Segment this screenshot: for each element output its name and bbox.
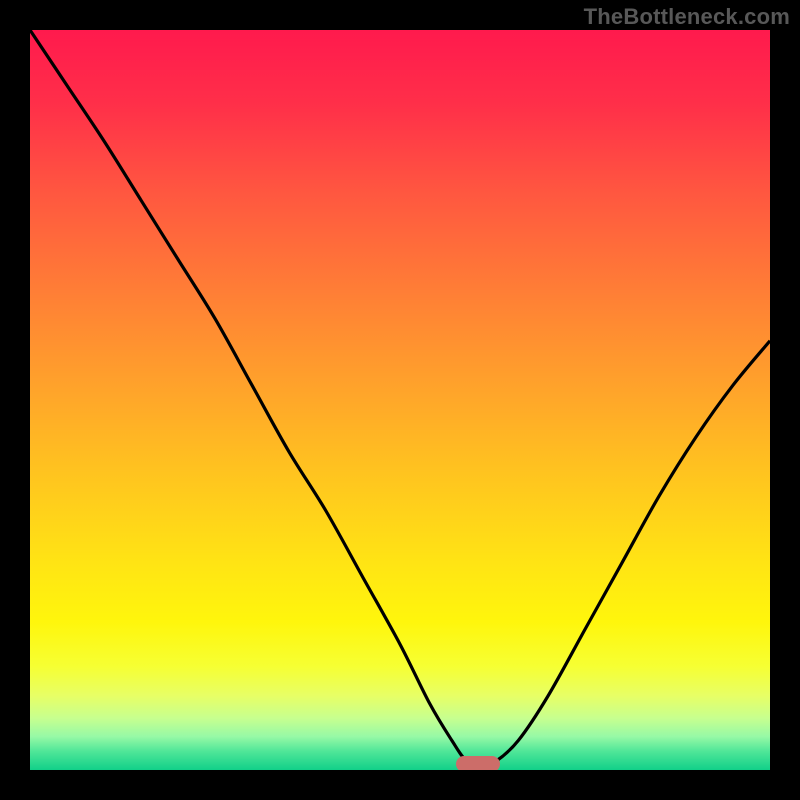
gradient-background [30,30,770,770]
optimum-marker [456,756,500,770]
plot-area [30,30,770,770]
chart-container: TheBottleneck.com [0,0,800,800]
watermark-text: TheBottleneck.com [584,4,790,30]
chart-svg [30,30,770,770]
